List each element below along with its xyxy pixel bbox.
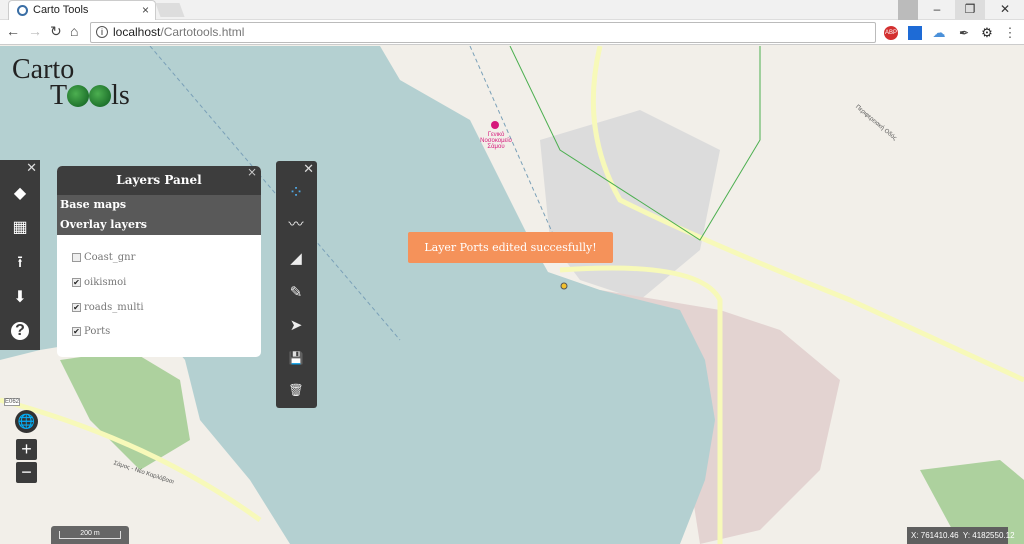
- extension-window-icon[interactable]: [908, 26, 922, 40]
- layer-item-coast-gnr[interactable]: Coast_gnr: [72, 252, 135, 263]
- window-close-button[interactable]: ✕: [990, 0, 1020, 20]
- cloud-icon[interactable]: ☁: [932, 26, 946, 40]
- scale-label: 200 m: [59, 530, 121, 539]
- profile-icon[interactable]: [898, 0, 918, 20]
- url-host: localhost: [113, 25, 161, 39]
- home-icon[interactable]: ⌂: [70, 23, 78, 39]
- layers-icon[interactable]: ◆: [10, 184, 30, 204]
- minimize-button[interactable]: –: [922, 0, 952, 20]
- layer-name: Coast_gnr: [84, 252, 136, 263]
- tab-close-button[interactable]: ×: [142, 1, 149, 19]
- edit-tool-icon[interactable]: ✎: [286, 283, 306, 303]
- draw-toolbar-close-button[interactable]: ✕: [303, 161, 314, 177]
- upload-icon[interactable]: ⭱: [10, 253, 30, 273]
- delete-icon[interactable]: 🗑: [286, 380, 306, 400]
- logo-globe-icon: [67, 85, 90, 107]
- save-icon[interactable]: 💾: [286, 348, 306, 368]
- layer-item-roads-multi[interactable]: ✔ roads_multi: [72, 302, 144, 313]
- logo-t: T: [50, 80, 68, 111]
- layer-name: oikismoi: [84, 277, 127, 288]
- scale-bar: 200 m: [51, 526, 129, 544]
- browser-tab[interactable]: Carto Tools ×: [8, 0, 156, 20]
- layer-name: roads_multi: [84, 302, 144, 313]
- url-path: /Cartotools.html: [160, 25, 245, 39]
- grid-icon[interactable]: ▦: [10, 218, 30, 238]
- layers-panel: Layers Panel × Base maps Overlay layers C…: [57, 166, 261, 357]
- logo-ls: ls: [111, 80, 130, 111]
- help-icon[interactable]: ?: [11, 322, 29, 340]
- layers-panel-close-button[interactable]: ×: [247, 166, 257, 187]
- eyedropper-icon[interactable]: ✒: [957, 26, 971, 40]
- browser-tab-bar: Carto Tools × – ❐ ✕: [0, 0, 1024, 20]
- hospital-icon[interactable]: [491, 121, 499, 129]
- layer-name: Ports: [84, 326, 111, 337]
- layers-panel-title: Layers Panel: [116, 173, 202, 187]
- carto-tools-logo: Carto Tls: [12, 56, 130, 110]
- settings-gear-icon[interactable]: ⚙: [980, 26, 994, 40]
- line-tool-icon[interactable]: 〰: [286, 215, 306, 235]
- adblock-icon[interactable]: ABP: [884, 26, 898, 40]
- base-maps-section[interactable]: Base maps: [57, 195, 261, 215]
- main-sidebar: ✕ ◆ ▦ ⭱ ⬇ ?: [0, 160, 40, 350]
- overlay-layers-section[interactable]: Overlay layers: [57, 215, 261, 235]
- layer-checkbox[interactable]: ✔: [72, 278, 81, 287]
- layer-checkbox[interactable]: [72, 253, 81, 262]
- success-toast: Layer Ports edited succesfully!: [408, 232, 613, 263]
- site-favicon-icon: [17, 5, 28, 16]
- new-tab-button[interactable]: [155, 3, 185, 17]
- restore-button[interactable]: ❐: [955, 0, 985, 20]
- zoom-out-button[interactable]: −: [16, 462, 37, 483]
- globe-icon[interactable]: 🌐: [15, 410, 38, 433]
- polygon-tool-icon[interactable]: ◢: [286, 249, 306, 269]
- layer-checkbox[interactable]: ✔: [72, 303, 81, 312]
- browser-toolbar: ← → ↻ ⌂ i localhost/Cartotools.html ABP …: [0, 20, 1024, 45]
- coord-y: Y: 4182550.12: [962, 531, 1015, 540]
- logo-globe-icon: [89, 85, 112, 107]
- reload-icon[interactable]: ↻: [50, 23, 62, 40]
- coordinate-readout: X: 761410.46 Y: 4182550.12: [907, 527, 1015, 544]
- point-tool-icon[interactable]: ⁘: [286, 182, 306, 202]
- back-icon[interactable]: ←: [6, 23, 20, 39]
- tab-title: Carto Tools: [33, 4, 89, 16]
- hospital-label: Γενικό Νοσοκομείο Σάμου: [480, 132, 512, 150]
- address-bar[interactable]: i localhost/Cartotools.html: [90, 22, 876, 43]
- forward-icon[interactable]: →: [28, 23, 42, 39]
- info-icon[interactable]: i: [96, 26, 108, 38]
- menu-icon[interactable]: ⋮: [1003, 26, 1017, 40]
- draw-toolbar: ✕ ⁘ 〰 ◢ ✎ ➤ 💾 🗑: [276, 161, 317, 408]
- layer-item-oikismoi[interactable]: ✔ oikismoi: [72, 277, 126, 288]
- layer-checkbox[interactable]: ✔: [72, 327, 81, 336]
- port-marker[interactable]: [560, 282, 568, 290]
- select-tool-icon[interactable]: ➤: [286, 316, 306, 336]
- zoom-in-button[interactable]: +: [16, 439, 37, 460]
- layer-item-ports[interactable]: ✔ Ports: [72, 326, 110, 337]
- road-code-label: E062: [4, 398, 21, 406]
- download-icon[interactable]: ⬇: [10, 288, 30, 308]
- coord-x: X: 761410.46: [911, 531, 959, 540]
- sidebar-close-button[interactable]: ✕: [26, 160, 37, 176]
